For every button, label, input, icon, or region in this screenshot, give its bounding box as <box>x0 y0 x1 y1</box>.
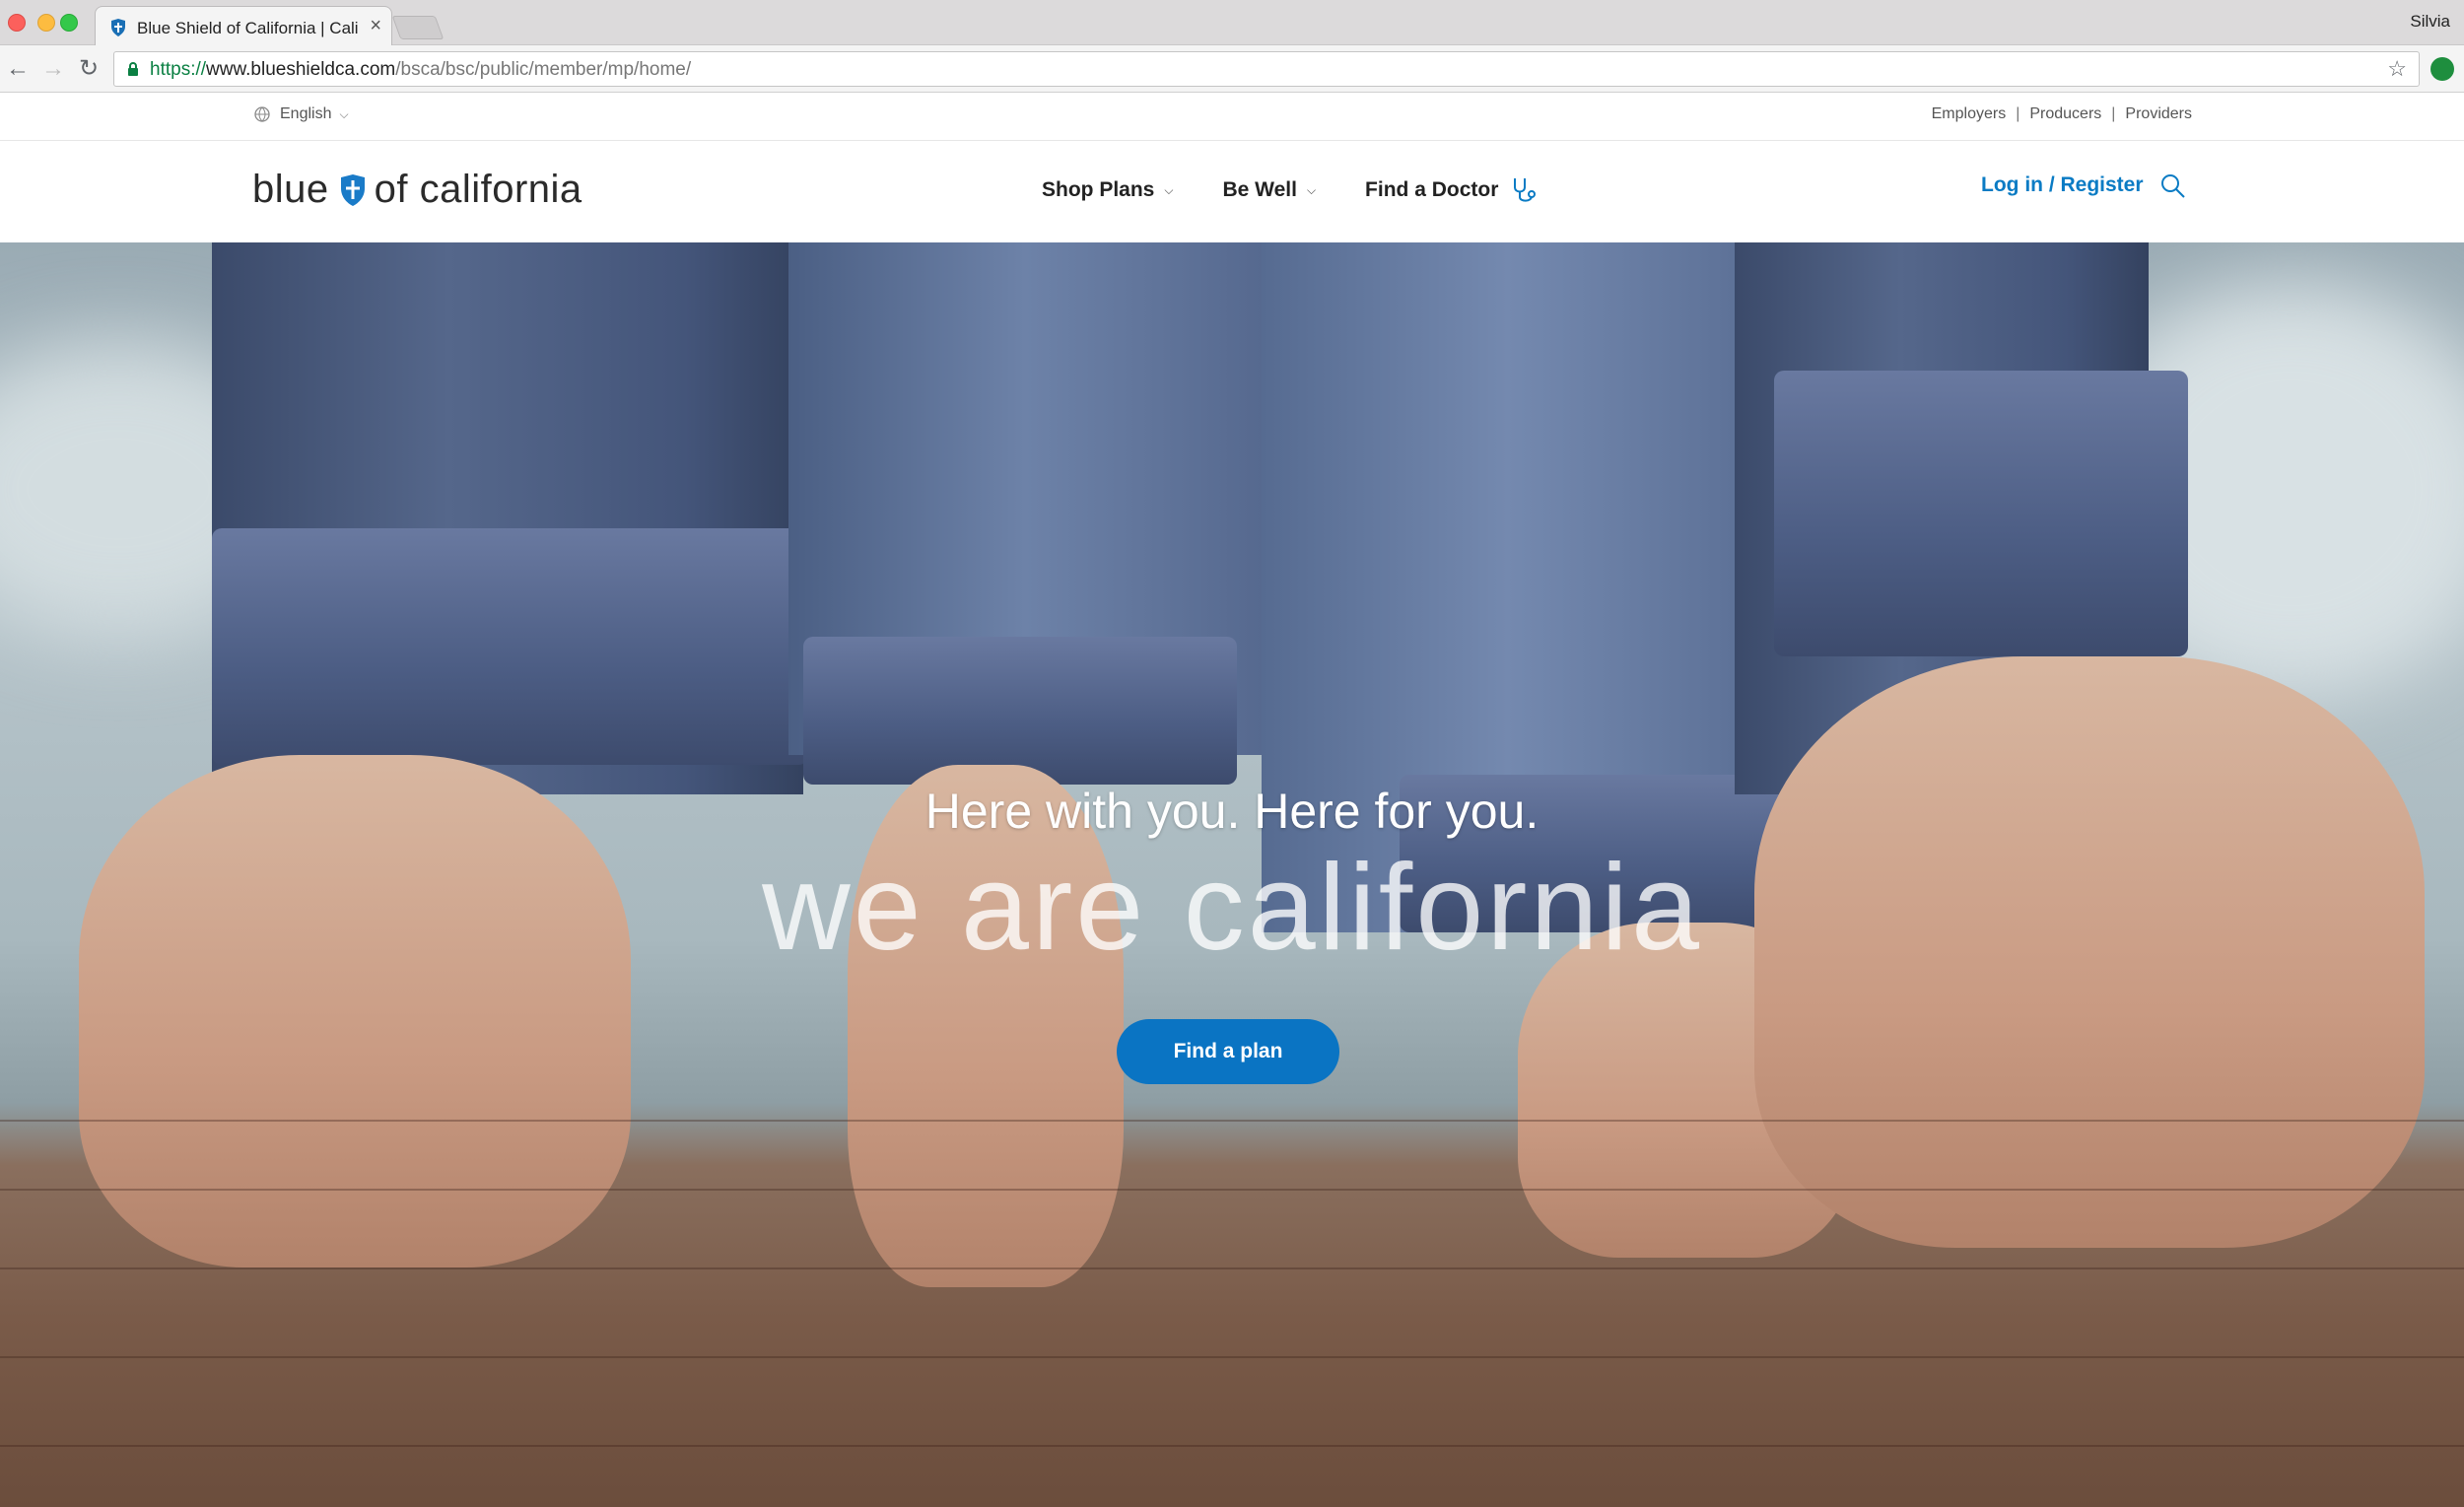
brand-logo[interactable]: blue of california <box>252 168 582 212</box>
close-tab-icon[interactable]: × <box>370 15 381 37</box>
address-bar[interactable]: https://www.blueshieldca.com/bsca/bsc/pu… <box>113 51 2420 87</box>
browser-tab[interactable]: Blue Shield of California | Cali × <box>95 6 392 46</box>
chevron-down-icon: ⌵ <box>339 106 349 121</box>
logo-text-left: blue <box>252 168 329 211</box>
back-icon[interactable]: ← <box>4 55 32 83</box>
bookmark-star-icon[interactable]: ☆ <box>2387 56 2407 82</box>
language-selector[interactable]: English ⌵ <box>254 105 349 123</box>
chevron-down-icon: ⌵ <box>1306 182 1317 197</box>
globe-icon <box>254 106 270 122</box>
maximize-window-button[interactable] <box>60 14 78 32</box>
reload-icon[interactable]: ↻ <box>75 55 103 83</box>
site-header: blue of california Shop Plans ⌵ Be Well … <box>0 142 2464 242</box>
utility-bar: English ⌵ Employers | Producers | Provid… <box>0 94 2464 141</box>
browser-toolbar: ← → ↻ https://www.blueshieldca.com/bsca/… <box>0 45 2464 93</box>
hero-title: Here with you. Here for you. <box>924 784 1540 839</box>
hero-script-text: we are california <box>762 840 1702 976</box>
login-register-link[interactable]: Log in / Register <box>1981 173 2144 197</box>
extension-icon[interactable] <box>2430 57 2454 81</box>
nav-be-well[interactable]: Be Well ⌵ <box>1222 178 1316 202</box>
browser-tab-bar: Blue Shield of California | Cali × Silvi… <box>0 0 2464 46</box>
shield-favicon-icon <box>111 19 125 36</box>
providers-link[interactable]: Providers <box>2125 105 2192 123</box>
minimize-window-button[interactable] <box>37 14 55 32</box>
profile-name[interactable]: Silvia <box>2410 12 2450 32</box>
logo-text-right: of california <box>374 168 582 211</box>
producers-link[interactable]: Producers <box>2029 105 2101 123</box>
nav-shop-plans[interactable]: Shop Plans ⌵ <box>1042 178 1173 202</box>
search-icon[interactable] <box>2160 173 2186 199</box>
stethoscope-icon <box>1514 178 1537 202</box>
hero-banner: Here with you. Here for you. we are cali… <box>0 242 2464 1507</box>
employers-link[interactable]: Employers <box>1932 105 2007 123</box>
url-text: https://www.blueshieldca.com/bsca/bsc/pu… <box>150 59 692 80</box>
divider: | <box>2111 105 2116 122</box>
audience-links: Employers | Producers | Providers <box>1932 105 2192 123</box>
divider: | <box>2016 105 2020 122</box>
forward-icon[interactable]: → <box>39 55 67 83</box>
chevron-down-icon: ⌵ <box>1164 182 1174 197</box>
lock-icon <box>128 62 138 76</box>
nav-find-a-doctor[interactable]: Find a Doctor <box>1365 175 1538 205</box>
shield-logo-icon <box>340 173 365 206</box>
new-tab-button[interactable] <box>391 16 445 39</box>
find-a-plan-button[interactable]: Find a plan <box>1117 1019 1339 1084</box>
main-nav: Shop Plans ⌵ Be Well ⌵ Find a Doctor <box>1042 175 1587 205</box>
close-window-button[interactable] <box>8 14 26 32</box>
language-label: English <box>280 105 332 122</box>
tab-title: Blue Shield of California | Cali <box>137 19 359 37</box>
